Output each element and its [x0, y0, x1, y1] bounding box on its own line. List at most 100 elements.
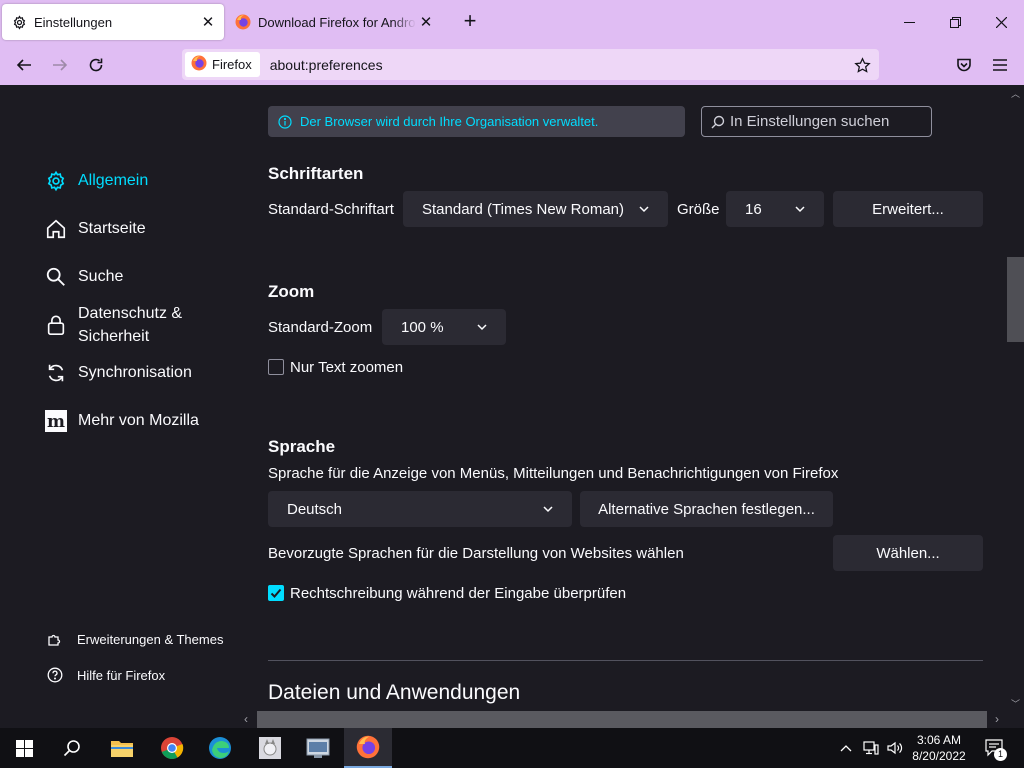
- sidebar-item-label-line2: Sicherheit: [78, 328, 150, 345]
- windows-taskbar: 3:06 AM 8/20/2022 1: [0, 728, 1024, 768]
- section-divider: [268, 660, 983, 661]
- scroll-right-arrow-icon[interactable]: ›: [995, 712, 999, 726]
- search-icon: [63, 740, 80, 757]
- taskbar-app-cat[interactable]: [246, 728, 294, 768]
- font-size-label: Größe: [677, 201, 720, 218]
- volume-tray-icon[interactable]: [884, 728, 906, 768]
- back-button[interactable]: [9, 50, 39, 80]
- tab-settings[interactable]: Einstellungen ✕: [2, 4, 224, 40]
- app-menu-button[interactable]: [985, 50, 1015, 80]
- sidebar-item-label: Mehr von Mozilla: [78, 412, 199, 429]
- url-bar[interactable]: Firefox about:preferences: [182, 49, 879, 80]
- clock-date: 8/20/2022: [912, 749, 966, 763]
- taskbar-file-explorer[interactable]: [98, 728, 146, 768]
- network-icon: [863, 741, 879, 755]
- default-zoom-select[interactable]: 100 %: [382, 309, 506, 345]
- taskbar-app-window[interactable]: [294, 728, 342, 768]
- minimize-icon: [903, 21, 915, 23]
- font-size-select[interactable]: 16: [726, 191, 824, 227]
- notifications-button[interactable]: 1: [980, 728, 1010, 768]
- firefox-icon: [191, 55, 207, 74]
- restore-button[interactable]: [932, 8, 978, 36]
- taskbar-firefox[interactable]: [344, 728, 392, 768]
- zoom-text-only-label[interactable]: Nur Text zoomen: [290, 359, 403, 376]
- font-size-value: 16: [745, 200, 762, 218]
- show-hidden-icons-chevron[interactable]: [836, 728, 856, 768]
- close-icon: [995, 16, 1007, 28]
- sidebar-item-sync[interactable]: Synchronisation: [44, 361, 192, 385]
- pocket-button[interactable]: [949, 50, 979, 80]
- close-tab-icon[interactable]: ✕: [198, 12, 218, 32]
- firefox-icon: [235, 14, 251, 30]
- home-icon: [44, 217, 68, 241]
- sidebar-item-label: Datenschutz &: [78, 305, 183, 322]
- default-zoom-label: Standard-Zoom: [268, 319, 373, 336]
- settings-search[interactable]: [701, 106, 932, 137]
- default-font-select[interactable]: Standard (Times New Roman): [403, 191, 668, 227]
- scroll-down-arrow-icon[interactable]: ﹀: [1011, 697, 1020, 710]
- gear-icon: [44, 169, 68, 193]
- zoom-text-only-checkbox[interactable]: [268, 359, 284, 375]
- vertical-scrollbar-thumb[interactable]: [1007, 257, 1024, 342]
- sidebar-link-help[interactable]: Hilfe für Firefox: [46, 666, 165, 684]
- default-font-value: Standard (Times New Roman): [422, 200, 625, 218]
- start-button[interactable]: [0, 728, 48, 768]
- default-zoom-value: 100 %: [401, 318, 444, 336]
- fonts-advanced-button[interactable]: Erweitert...: [833, 191, 983, 227]
- url-text[interactable]: about:preferences: [270, 57, 383, 73]
- puzzle-icon: [46, 630, 64, 648]
- policy-notice[interactable]: Der Browser wird durch Ihre Organisation…: [268, 106, 685, 137]
- checkmark-icon: [270, 588, 282, 598]
- horizontal-scrollbar-thumb[interactable]: [257, 711, 987, 728]
- bookmark-star-icon[interactable]: [851, 54, 873, 76]
- edge-icon: [209, 737, 231, 759]
- scroll-up-arrow-icon[interactable]: ︿: [1011, 87, 1020, 100]
- sidebar-item-general[interactable]: Allgemein: [44, 169, 148, 193]
- minimize-button[interactable]: [886, 8, 932, 36]
- close-window-button[interactable]: [978, 8, 1024, 36]
- help-icon: [46, 666, 64, 684]
- sidebar-item-privacy[interactable]: Datenschutz & Sicherheit: [44, 302, 182, 348]
- taskbar-chrome[interactable]: [148, 728, 196, 768]
- choose-languages-button[interactable]: Wählen...: [833, 535, 983, 571]
- identity-box[interactable]: Firefox: [185, 52, 260, 77]
- language-heading: Sprache: [268, 437, 336, 456]
- website-languages-label: Bevorzugte Sprachen für die Darstellung …: [268, 545, 684, 562]
- new-tab-button[interactable]: +: [458, 10, 482, 34]
- navigation-toolbar: Firefox about:preferences: [0, 44, 1024, 85]
- sidebar-link-label: Erweiterungen & Themes: [77, 631, 224, 647]
- close-tab-icon[interactable]: ✕: [416, 12, 436, 32]
- sidebar-link-extensions[interactable]: Erweiterungen & Themes: [46, 630, 223, 648]
- chevron-up-icon: [840, 745, 852, 752]
- identity-label: Firefox: [212, 57, 252, 72]
- language-select[interactable]: Deutsch: [268, 491, 572, 527]
- settings-search-input[interactable]: [730, 113, 920, 130]
- chevron-down-icon: [477, 324, 487, 331]
- alternative-languages-button[interactable]: Alternative Sprachen festlegen...: [580, 491, 833, 527]
- network-tray-icon[interactable]: [860, 728, 882, 768]
- firefox-icon: [356, 735, 380, 759]
- spellcheck-checkbox[interactable]: [268, 585, 284, 601]
- spellcheck-label[interactable]: Rechtschreibung während der Eingabe über…: [290, 585, 626, 602]
- forward-button[interactable]: [45, 50, 75, 80]
- scroll-left-arrow-icon[interactable]: ‹: [244, 712, 248, 726]
- reload-button[interactable]: [81, 50, 111, 80]
- tab-download-firefox[interactable]: Download Firefox for Android a ✕: [226, 4, 442, 40]
- taskbar-clock[interactable]: 3:06 AM 8/20/2022: [904, 732, 974, 764]
- lock-icon: [44, 313, 68, 337]
- app-window-icon: [306, 738, 330, 758]
- sidebar-item-search[interactable]: Suche: [44, 265, 123, 289]
- tab-label: Download Firefox for Android a: [258, 14, 416, 30]
- taskbar-search-button[interactable]: [48, 728, 96, 768]
- sidebar-item-label: Startseite: [78, 220, 146, 237]
- sync-icon: [44, 361, 68, 385]
- vertical-scrollbar[interactable]: [1004, 85, 1024, 711]
- chevron-down-icon: [639, 206, 649, 213]
- sidebar-item-more-from-mozilla[interactable]: m Mehr von Mozilla: [44, 409, 199, 433]
- taskbar-edge[interactable]: [196, 728, 244, 768]
- sidebar-item-label: Allgemein: [78, 172, 149, 189]
- sidebar-item-home[interactable]: Startseite: [44, 217, 146, 241]
- sidebar-link-label: Hilfe für Firefox: [77, 667, 166, 683]
- tab-bar: Einstellungen ✕ Download Firefox for And…: [0, 0, 1024, 44]
- chevron-down-icon: [795, 206, 805, 213]
